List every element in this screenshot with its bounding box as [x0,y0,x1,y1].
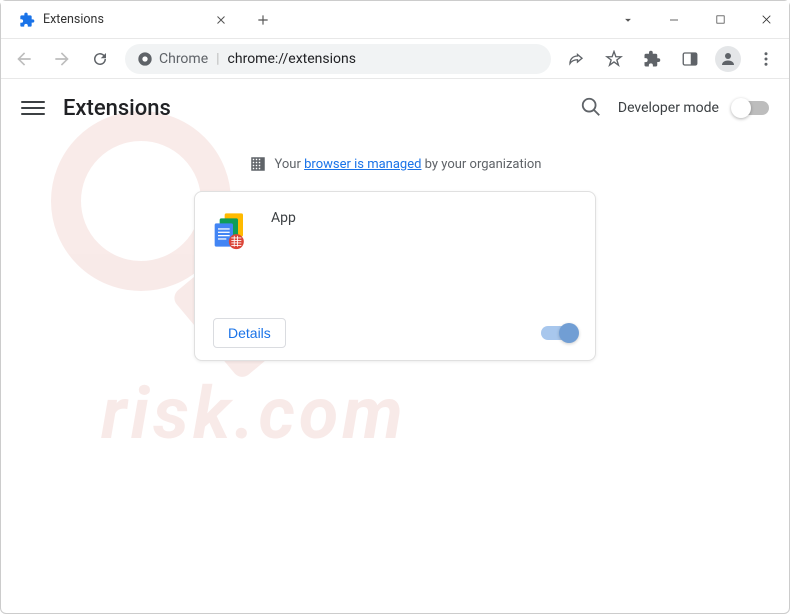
extension-enable-toggle[interactable] [541,326,577,340]
building-icon [249,155,267,173]
browser-managed-link[interactable]: browser is managed [304,157,421,172]
chrome-chip-label: Chrome [159,51,208,67]
menu-button[interactable] [749,42,783,76]
developer-mode-toggle[interactable] [733,101,769,115]
maximize-button[interactable] [697,1,743,38]
extensions-icon[interactable] [635,42,669,76]
page-title: Extensions [63,96,171,121]
puzzle-icon [19,12,35,28]
close-tab-icon[interactable] [213,12,229,28]
forward-button[interactable] [45,42,79,76]
share-icon[interactable] [559,42,593,76]
minimize-button[interactable] [651,1,697,38]
avatar-icon [715,46,741,72]
extension-card: App Details [194,191,596,361]
chrome-icon [137,51,153,67]
address-bar-row: Chrome | chrome://extensions [1,39,789,79]
extensions-header: Extensions Developer mode [1,79,789,137]
banner-post: by your organization [421,157,541,172]
window-controls [605,1,789,38]
reload-button[interactable] [83,42,117,76]
browser-tab[interactable]: Extensions [9,2,239,38]
bookmark-icon[interactable] [597,42,631,76]
url-text: chrome://extensions [228,51,356,67]
search-extensions-button[interactable] [580,96,604,120]
omnibox-divider: | [216,51,219,67]
sidepanel-icon[interactable] [673,42,707,76]
profile-button[interactable] [711,42,745,76]
omnibox[interactable]: Chrome | chrome://extensions [125,44,551,74]
back-button[interactable] [7,42,41,76]
developer-mode-label: Developer mode [618,100,719,116]
chrome-chip: Chrome [137,51,208,67]
hamburger-menu[interactable] [21,96,45,120]
banner-pre: Your [275,157,305,172]
close-window-button[interactable] [743,1,789,38]
tab-title: Extensions [43,12,213,27]
managed-banner: Your browser is managed by your organiza… [1,137,789,187]
extension-app-icon [213,210,253,250]
search-tabs-icon[interactable] [605,1,651,38]
titlebar: Extensions [1,1,789,39]
new-tab-button[interactable] [249,6,277,34]
extension-name: App [271,210,296,306]
details-button[interactable]: Details [213,318,286,348]
